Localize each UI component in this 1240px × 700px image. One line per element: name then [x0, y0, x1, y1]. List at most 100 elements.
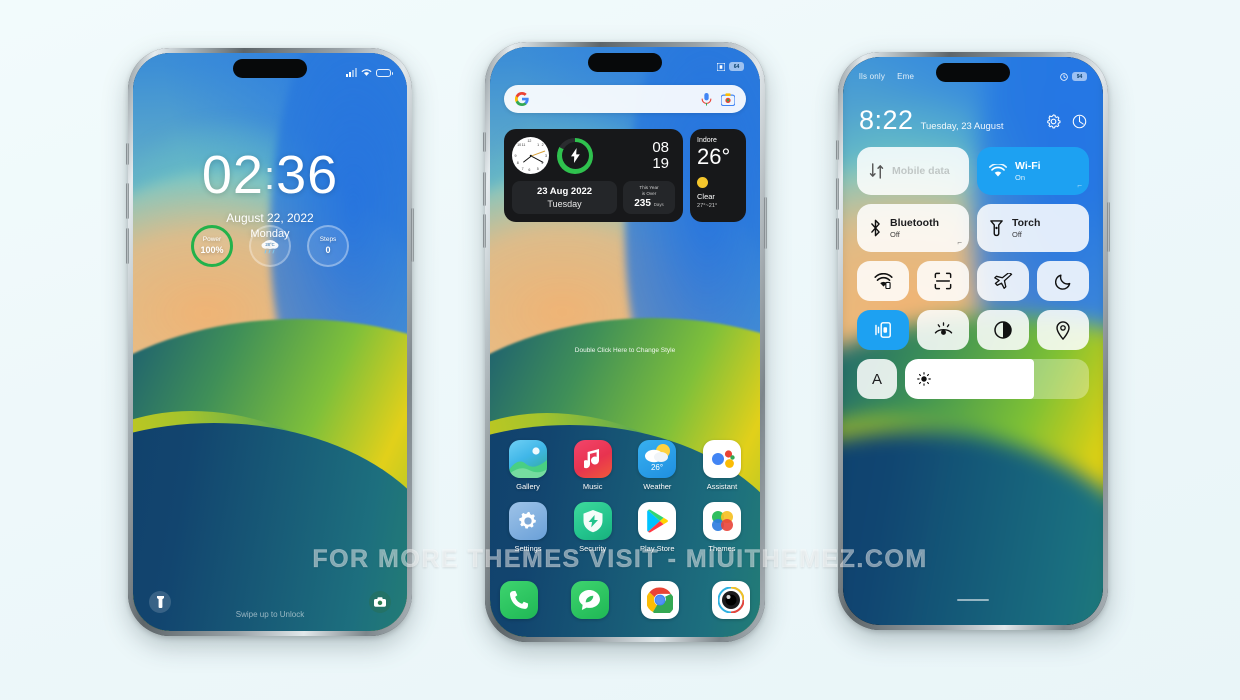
- eye-icon: [934, 321, 952, 335]
- steps-ring-value: 0: [325, 245, 331, 256]
- camera-icon-dock[interactable]: [711, 581, 750, 619]
- power-button-3[interactable]: [1107, 202, 1110, 252]
- tile-state: Off: [890, 230, 900, 239]
- tile-bluetooth[interactable]: Bluetooth Off ⌐: [857, 204, 969, 252]
- settings-gear-icon: [509, 502, 547, 540]
- tile-hotspot[interactable]: [857, 261, 909, 301]
- messages-icon[interactable]: [570, 581, 609, 619]
- analog-clock-icon: 12 3 6 9 1 2 4 5 7 8 10 11: [512, 137, 549, 174]
- tile-state: On: [1015, 173, 1026, 182]
- volume-up-button-2[interactable]: [483, 172, 486, 206]
- bluetooth-icon: [871, 219, 880, 237]
- tile-screen-cast[interactable]: [857, 310, 909, 350]
- cc-time: 8:22: [859, 105, 914, 135]
- steps-ring-label: Steps: [319, 235, 337, 243]
- phone-screen-bezel-3: lls only Eme 94 8:22 Tuesday, 23 August: [843, 57, 1103, 625]
- widget-date: 23 Aug 2022: [536, 186, 593, 197]
- weather-icon: 26°: [638, 440, 677, 478]
- controlcenter[interactable]: lls only Eme 94 8:22 Tuesday, 23 August: [843, 57, 1103, 625]
- themes-icon: [702, 502, 741, 540]
- app-assistant[interactable]: Assistant: [694, 440, 750, 491]
- google-lens-icon[interactable]: [721, 92, 735, 106]
- weather-temp: 26°: [697, 144, 731, 169]
- wifi-icon: [361, 69, 372, 76]
- power-ring-value: 100%: [200, 245, 224, 256]
- chrome-icon[interactable]: [641, 581, 680, 619]
- tile-location[interactable]: [1037, 310, 1089, 350]
- cc-date: Tuesday, 23 August: [920, 121, 1004, 132]
- weather-condition: Clear: [697, 192, 715, 202]
- contrast-icon: [994, 321, 1012, 339]
- lock-colon: :: [263, 154, 277, 198]
- app-label: Gallery: [516, 482, 540, 491]
- scan-frame-icon: [934, 272, 952, 290]
- google-search-bar[interactable]: [504, 85, 746, 113]
- data-arrows-icon: [869, 163, 884, 179]
- gallery-icon: [509, 440, 547, 478]
- dynamic-island: [233, 59, 307, 78]
- battery-ring-widget: [557, 137, 593, 174]
- tile-torch[interactable]: Torch Off: [977, 204, 1089, 252]
- app-gallery[interactable]: Gallery: [500, 440, 556, 491]
- unlock-hint: Swipe up to Unlock: [235, 610, 305, 619]
- mute-switch-3[interactable]: [836, 140, 839, 160]
- alarm-icon: [1060, 72, 1068, 81]
- security-shield-icon: [573, 502, 612, 540]
- app-music[interactable]: Music: [565, 440, 621, 491]
- change-style-hint[interactable]: Double Click Here to Change Style: [490, 347, 760, 354]
- tile-mobile-data[interactable]: Mobile data: [857, 147, 969, 195]
- cc-header: 8:22 Tuesday, 23 August: [859, 105, 1087, 136]
- auto-brightness-button[interactable]: A: [857, 359, 897, 399]
- volume-down-button-2[interactable]: [483, 214, 486, 248]
- power-icon[interactable]: [1072, 114, 1087, 129]
- app-label: Assistant: [706, 482, 738, 491]
- tile-expand-icon[interactable]: ⌐: [1077, 181, 1082, 190]
- mute-switch[interactable]: [126, 143, 129, 165]
- phone-icon[interactable]: [500, 581, 538, 619]
- tile-airplane[interactable]: [977, 261, 1029, 301]
- tile-dark-mode[interactable]: [977, 310, 1029, 350]
- rain-cloud-icon: 28°C: [261, 239, 279, 253]
- lock-hours: 02: [201, 145, 264, 205]
- mute-switch-2[interactable]: [483, 132, 486, 152]
- tile-expand-icon[interactable]: ⌐: [957, 238, 962, 247]
- power-ring[interactable]: Power 100%: [191, 225, 233, 267]
- power-button[interactable]: [411, 208, 414, 262]
- clock-battery-widget[interactable]: 12 3 6 9 1 2 4 5 7 8 10 11 08 19 23 Aug …: [504, 129, 683, 222]
- battery-icon-2: 64: [729, 62, 744, 71]
- gear-icon[interactable]: [1046, 114, 1061, 129]
- watermark: FOR MORE THEMES VISIT - MIUITHEMEZ.COM: [312, 545, 928, 574]
- assistant-icon: [702, 440, 741, 478]
- weather-ring[interactable]: 28°C: [249, 225, 291, 267]
- steps-ring[interactable]: Steps 0: [307, 225, 349, 267]
- music-icon: [573, 440, 612, 478]
- tile-dnd[interactable]: [1037, 261, 1089, 301]
- power-button-2[interactable]: [764, 197, 767, 249]
- widget-hour: 08: [652, 138, 669, 156]
- microphone-icon[interactable]: [701, 92, 712, 106]
- weather-widget[interactable]: Indore 26° Clear 27°~21°: [690, 129, 746, 222]
- app-label: Music: [582, 482, 603, 491]
- signal-icon: [346, 68, 357, 77]
- tile-wifi[interactable]: Wi-Fi On ⌐: [977, 147, 1089, 195]
- widget-date-card: 23 Aug 2022 Tuesday: [512, 181, 617, 214]
- volume-down-button-3[interactable]: [836, 218, 839, 250]
- cc-toggle-grid: Mobile data Wi-Fi On ⌐ Bluetooth Off ⌐ T…: [857, 147, 1089, 399]
- play-store-icon: [638, 502, 677, 540]
- charging-bolt-icon: [570, 148, 580, 163]
- cc-big-row-2: Bluetooth Off ⌐ Torch Off: [857, 204, 1089, 252]
- tile-scanner[interactable]: [917, 261, 969, 301]
- brightness-slider[interactable]: [905, 359, 1089, 399]
- app-weather[interactable]: 26° Weather: [629, 440, 685, 491]
- sun-icon: [697, 177, 708, 189]
- year-days-unit: Days: [653, 202, 664, 208]
- lock-date: August 22, 2022: [226, 211, 314, 225]
- svg-text:26°: 26°: [651, 463, 663, 472]
- drag-handle[interactable]: [957, 598, 989, 601]
- tile-reading-mode[interactable]: [917, 310, 969, 350]
- volume-up-button[interactable]: [126, 183, 129, 219]
- cc-small-row-2: [857, 310, 1089, 350]
- volume-up-button-3[interactable]: [836, 178, 839, 210]
- volume-down-button[interactable]: [126, 228, 129, 264]
- weather-city: Indore: [697, 137, 717, 144]
